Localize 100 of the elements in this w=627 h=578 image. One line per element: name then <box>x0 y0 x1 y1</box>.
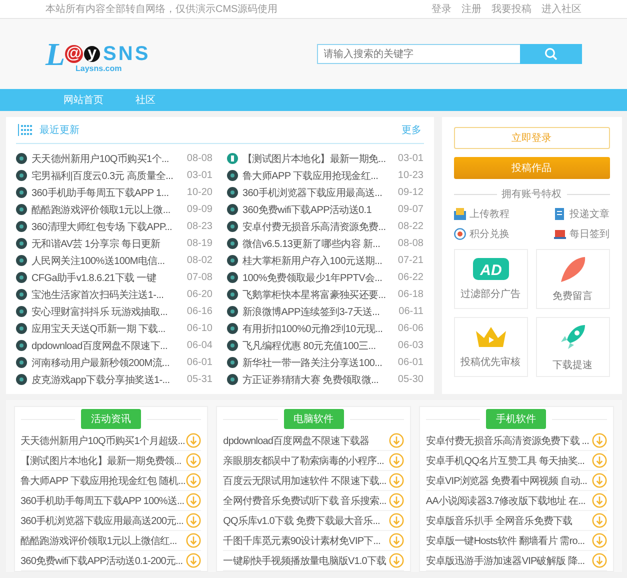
download-link[interactable]: 一键刷快手视频播放量电脑版V1.0下载 <box>223 554 386 568</box>
article-date: 08-02 <box>186 255 212 266</box>
article-link[interactable]: 皮克游戏app下载分享抽奖送1-... <box>32 372 182 386</box>
download-icon[interactable] <box>186 433 202 448</box>
download-link[interactable]: 安卓版音乐扒手 全网音乐免费下载 <box>426 514 572 528</box>
perk-card[interactable]: AD 过滤部分广告 <box>454 249 528 309</box>
download-icon[interactable] <box>592 453 606 468</box>
download-link[interactable]: 360手机浏览器下载应用最高送200元... <box>20 514 184 528</box>
download-icon[interactable] <box>592 493 606 508</box>
article-link[interactable]: CFGa助手v1.8.6.21下载 一键 <box>32 270 182 284</box>
article-link[interactable]: 宝池生活家首次扫码关注送1-... <box>32 288 182 302</box>
article-date: 08-22 <box>398 221 424 232</box>
article-link[interactable]: 应用宝天天送Q币新一期 下载... <box>32 322 182 336</box>
article-link[interactable]: 安心理财富抖抖乐 玩游戏抽取... <box>32 304 182 318</box>
download-link[interactable]: 全网付费音乐免费试听下载 音乐搜索... <box>223 494 386 508</box>
search-icon <box>544 47 558 61</box>
download-icon[interactable] <box>388 433 404 448</box>
section-title: 手机软件 <box>486 409 546 429</box>
download-icon[interactable] <box>388 493 404 508</box>
download-link[interactable]: 安卓VIP浏览器 免费看中网视频 自动... <box>426 474 588 488</box>
download-link[interactable]: 亲眼朋友都误中了勒索病毒的小程序... <box>223 454 384 468</box>
download-icon[interactable] <box>592 553 606 568</box>
article-link[interactable]: 新华社一带一路关注分享送100... <box>242 356 393 370</box>
download-link[interactable]: 天天德州新用户10Q币购买1个月超级... <box>20 434 185 448</box>
article-link[interactable]: 人民网关注100%送100M电信... <box>32 254 182 268</box>
download-icon[interactable] <box>592 513 606 528</box>
article-link[interactable]: 飞鹅掌柜快本星将富豪独买还要... <box>242 288 393 302</box>
download-link[interactable]: 安卓手机QQ名片互赞工具 每天抽奖... <box>426 454 584 468</box>
article-date: 07-21 <box>398 255 424 266</box>
article-date: 05-31 <box>186 374 212 385</box>
perk-card[interactable]: 免费留言 <box>536 249 610 309</box>
article-link[interactable]: 【测试图片本地化】最新一期免... <box>242 152 393 166</box>
download-icon[interactable] <box>388 513 404 528</box>
search-button[interactable] <box>520 44 582 64</box>
download-icon[interactable] <box>186 453 202 468</box>
article-link[interactable]: 微信v6.5.13更新了哪些内容 新... <box>242 236 393 250</box>
download-link[interactable]: 【测试图片本地化】最新一期免费领... <box>20 454 182 468</box>
dot-icon <box>16 170 26 181</box>
account-link[interactable]: 每日签到 <box>532 227 610 241</box>
article-link[interactable]: 方正证券猜猜大赛 免费领取微... <box>242 372 393 386</box>
download-icon[interactable] <box>186 533 202 548</box>
dot-icon <box>226 272 238 283</box>
article-link[interactable]: 鲁大师APP 下载应用抢现金红... <box>242 168 393 182</box>
download-icon[interactable] <box>592 533 606 548</box>
article-link[interactable]: 天天德州新用户10Q币购买1个... <box>32 152 182 166</box>
article-link[interactable]: 360清理大师红包专场 下载APP... <box>32 220 182 234</box>
download-icon[interactable] <box>388 533 404 548</box>
crown-icon <box>474 325 508 349</box>
article-link[interactable]: 100%免费领取最少1年PPTV会... <box>242 270 393 284</box>
download-icon[interactable] <box>388 553 404 568</box>
article-link[interactable]: 360免费wifi下载APP活动送0.1 <box>242 202 393 216</box>
article-date: 10-20 <box>186 187 212 198</box>
article-link[interactable]: 酷酷跑游戏评价领取1元以上微... <box>32 202 182 216</box>
dot-icon <box>16 306 26 317</box>
article-link[interactable]: 新浪微博APP连续签到3-7天送... <box>242 304 394 318</box>
article-link[interactable]: dpdownload百度网盘不限速下... <box>32 338 182 352</box>
article-date: 06-01 <box>186 357 212 368</box>
download-link[interactable]: 百度云无限试用加速软件 不限速下载... <box>223 474 386 488</box>
download-icon[interactable] <box>388 453 404 468</box>
article-link[interactable]: 飞凡编程优惠 80元充值100三... <box>242 338 393 352</box>
download-link[interactable]: QQ乐库v1.0下载 免费下载最大音乐... <box>223 514 380 528</box>
download-link[interactable]: dpdownload百度网盘不限速下载器 <box>223 434 370 448</box>
article-date: 06-03 <box>398 340 424 351</box>
download-icon[interactable] <box>592 473 606 488</box>
download-icon[interactable] <box>186 553 202 568</box>
download-icon[interactable] <box>388 473 404 488</box>
article-link[interactable]: 无和谐AV芸 1分享宗 每日更新 <box>32 236 182 250</box>
download-icon[interactable] <box>186 493 202 508</box>
download-link[interactable]: 360手机助手每周五下载APP 100%送... <box>20 494 184 508</box>
download-link[interactable]: 360免费wifi下载APP活动送0.1-200元... <box>20 554 183 568</box>
dot-icon <box>16 357 26 368</box>
download-link[interactable]: 安卓版迅游手游加速器VIP破解版 降... <box>426 554 585 568</box>
download-icon[interactable] <box>186 513 202 528</box>
download-link[interactable]: 安卓版一键Hosts软件 翻墙看片 需ro... <box>426 534 585 548</box>
account-link[interactable]: 投递文章 <box>532 207 610 221</box>
dot-icon <box>16 289 26 300</box>
laptop-icon <box>554 228 566 240</box>
article-link[interactable]: 桂大掌柜新用户存入100元送期... <box>242 254 393 268</box>
article-date: 07-08 <box>186 272 212 283</box>
download-link[interactable]: 酷酷跑游戏评价领取1元以上微信红... <box>20 534 177 548</box>
search-field[interactable]: 请输入搜索的关键字 <box>316 44 520 64</box>
article-link[interactable]: 360手机助手每周五下载APP 1... <box>32 186 182 200</box>
perk-card[interactable]: 下载提速 <box>536 317 610 377</box>
site-logo[interactable]: L@ y SNS Laysns.com <box>46 34 176 74</box>
article-link[interactable]: 有用折扣100%0元撸2到10元现... <box>242 322 393 336</box>
article-link[interactable]: 宅男福利|百度云0.3元 高质量全... <box>32 168 182 182</box>
account-link[interactable]: 上传教程 <box>454 207 532 221</box>
download-link[interactable]: AA小说阅读器3.7修改版下载地址 在... <box>426 494 586 508</box>
download-icon[interactable] <box>186 473 202 488</box>
download-link[interactable]: 安卓付费无损音乐高清资源免费下载 ... <box>426 434 589 448</box>
download-link[interactable]: 鲁大师APP 下载应用抢现金红包 随机... <box>20 474 186 488</box>
article-date: 09-09 <box>186 204 212 215</box>
account-link[interactable]: 积分兑换 <box>454 227 532 241</box>
article-date: 08-08 <box>186 153 212 164</box>
article-link[interactable]: 河南移动用户最新秒领200M流... <box>32 356 182 370</box>
article-link[interactable]: 360手机浏览器下载应用最高送... <box>242 186 393 200</box>
perk-card[interactable]: 投稿优先审核 <box>454 317 528 377</box>
download-icon[interactable] <box>592 433 606 448</box>
article-link[interactable]: 安卓付费无损音乐高清资源免费... <box>242 220 393 234</box>
download-link[interactable]: 千图千库觅元素90设计素材免VIP下... <box>223 534 380 548</box>
